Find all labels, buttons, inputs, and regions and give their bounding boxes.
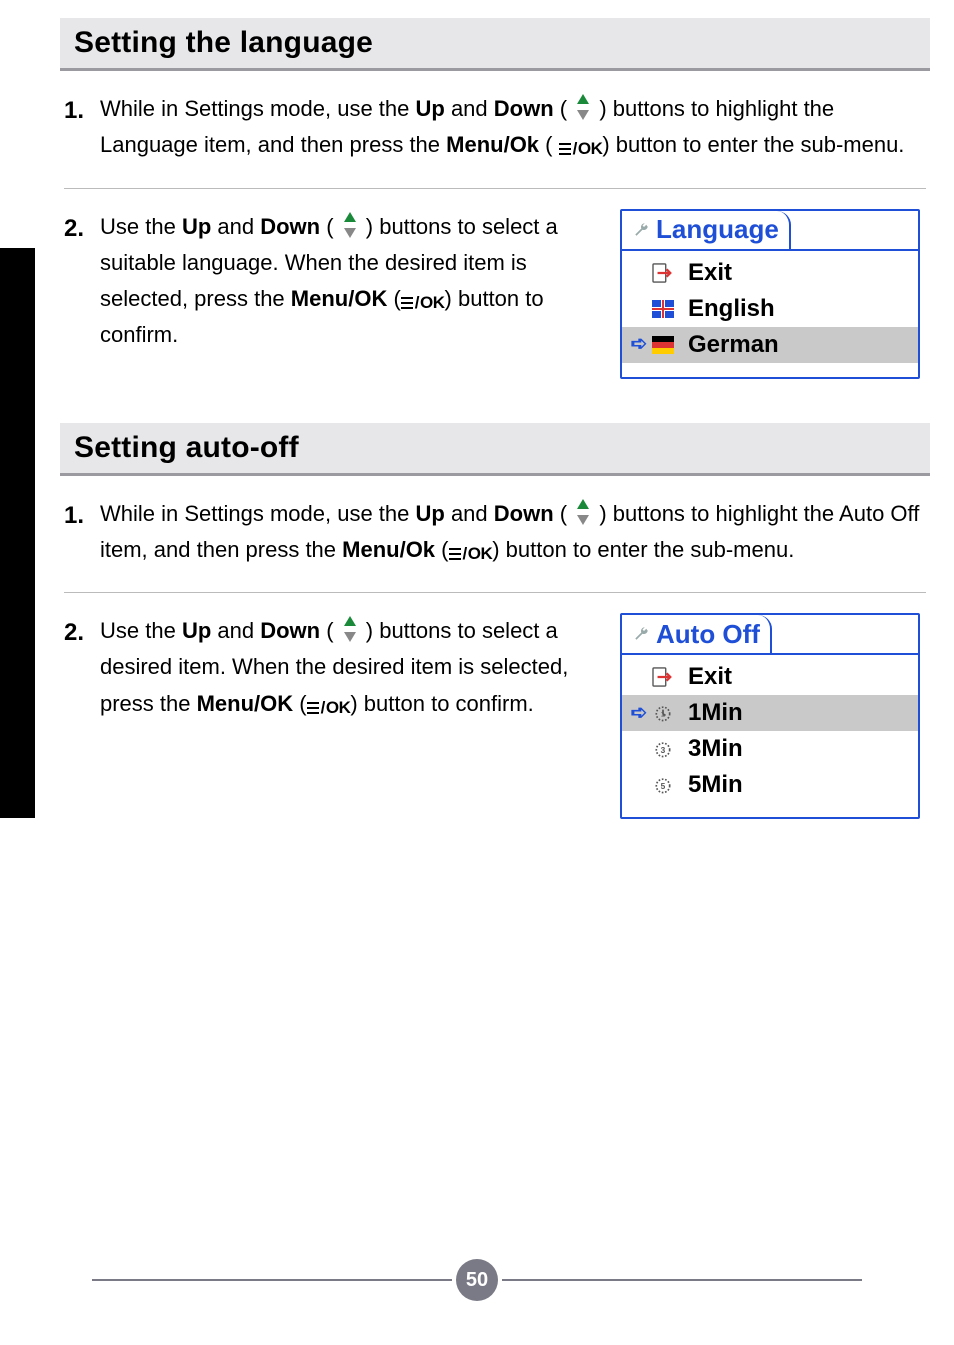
step-body: Use the Up and Down ( ) buttons to selec… xyxy=(100,613,600,722)
menu-tab[interactable]: Auto Off xyxy=(622,615,772,653)
page-footer: 50 xyxy=(0,1259,954,1301)
menu-box: Auto Off Exit ➪ 1 1Mi xyxy=(620,613,920,819)
menu-item-english[interactable]: English xyxy=(622,291,918,327)
menu-title: Auto Off xyxy=(656,613,760,656)
section-header-autooff: Setting auto-off xyxy=(60,423,930,476)
selection-arrow-icon: ➪ xyxy=(628,697,650,730)
page-content: Setting the language 1. While in Setting… xyxy=(60,18,930,843)
step-body: While in Settings mode, use the Up and D… xyxy=(100,496,926,569)
svg-text:5: 5 xyxy=(661,781,666,791)
step-number: 1. xyxy=(64,496,100,536)
step-2-language: 2. Use the Up and Down ( ) buttons to se… xyxy=(60,189,930,403)
menu-item-label: 1Min xyxy=(688,693,743,733)
clock-icon: 3 xyxy=(650,738,676,760)
up-down-icon xyxy=(573,94,593,120)
flag-icon xyxy=(650,298,676,320)
menu-item-1min[interactable]: ➪ 1 1Min xyxy=(622,695,918,731)
menu-tab-row: Auto Off xyxy=(622,615,918,655)
menu-item-3min[interactable]: 3 3Min xyxy=(622,731,918,767)
breadcrumb-category: Camera Settings xyxy=(0,256,6,365)
footer-line xyxy=(92,1279,452,1281)
exit-icon xyxy=(650,666,676,688)
step-1-autooff: 1. While in Settings mode, use the Up an… xyxy=(60,476,930,593)
language-menu-preview: Language Exit English xyxy=(620,209,920,379)
menu-item-5min[interactable]: 5 5Min xyxy=(622,767,918,803)
step-number: 1. xyxy=(64,91,100,131)
menu-item-exit[interactable]: Exit xyxy=(622,659,918,695)
step-1-language: 1. While in Settings mode, use the Up an… xyxy=(60,71,930,188)
selection-arrow-icon: ➪ xyxy=(628,328,650,361)
breadcrumb-topic-2: Setting the auto-off xyxy=(0,527,6,655)
menu-items: Exit ➪ 1 1Min 3 3Min xyxy=(622,655,918,817)
menu-item-german[interactable]: ➪ German xyxy=(622,327,918,363)
page-number: 50 xyxy=(456,1259,498,1301)
up-down-icon xyxy=(340,212,360,238)
menu-box: Language Exit English xyxy=(620,209,920,379)
menu-items: Exit English ➪ German xyxy=(622,251,918,377)
breadcrumb-topic-1: Setting the language xyxy=(0,378,6,514)
menu-title: Language xyxy=(656,208,779,251)
wrench-icon xyxy=(632,623,650,645)
flag-icon xyxy=(650,334,676,356)
svg-text:1: 1 xyxy=(661,710,665,719)
clock-icon: 1 xyxy=(650,702,676,724)
menu-item-exit[interactable]: Exit xyxy=(622,255,918,291)
section-header-language: Setting the language xyxy=(60,18,930,71)
wrench-icon xyxy=(632,219,650,241)
exit-icon xyxy=(650,262,676,284)
menu-ok-icon: /OK xyxy=(401,289,445,317)
step-number: 2. xyxy=(64,209,100,249)
up-down-icon xyxy=(340,616,360,642)
step-body: Use the Up and Down ( ) buttons to selec… xyxy=(100,209,600,354)
menu-item-label: 3Min xyxy=(688,729,743,769)
up-down-icon xyxy=(573,499,593,525)
autooff-menu-preview: Auto Off Exit ➪ 1 1Mi xyxy=(620,613,920,819)
menu-ok-icon: /OK xyxy=(449,540,493,568)
menu-item-label: Exit xyxy=(688,657,732,697)
menu-ok-icon: /OK xyxy=(307,694,351,722)
footer-line xyxy=(502,1279,862,1281)
menu-item-label: 5Min xyxy=(688,765,743,805)
menu-tab-row: Language xyxy=(622,211,918,251)
menu-tab[interactable]: Language xyxy=(622,211,791,249)
breadcrumb: Camera Settings - Setting the language /… xyxy=(0,256,6,816)
menu-item-label: Exit xyxy=(688,253,732,293)
menu-item-label: German xyxy=(688,325,779,365)
menu-ok-icon: /OK xyxy=(559,135,603,163)
clock-icon: 5 xyxy=(650,774,676,796)
step-number: 2. xyxy=(64,613,100,653)
step-body: While in Settings mode, use the Up and D… xyxy=(100,91,926,164)
step-2-autooff: 2. Use the Up and Down ( ) buttons to se… xyxy=(60,593,930,843)
svg-text:3: 3 xyxy=(661,745,666,755)
menu-item-label: English xyxy=(688,289,775,329)
